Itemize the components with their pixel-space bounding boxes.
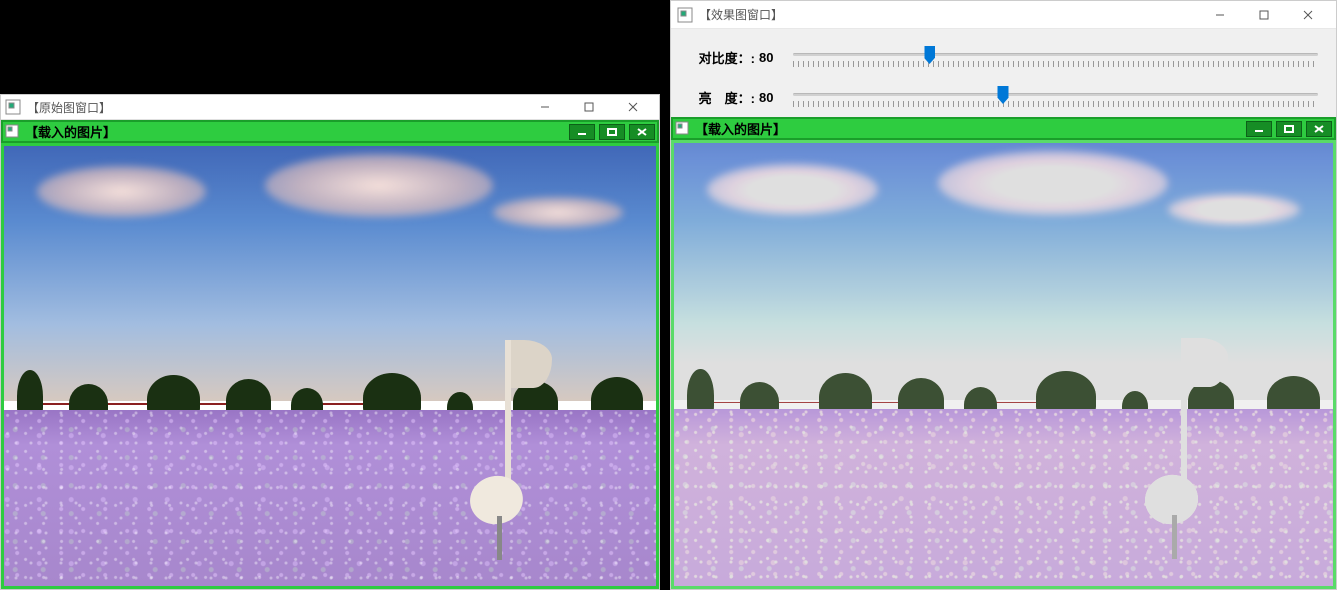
flower-field [674, 409, 1333, 586]
close-button[interactable] [1286, 4, 1330, 26]
app-icon [675, 121, 691, 137]
cloud [707, 164, 878, 215]
brightness-slider[interactable] [793, 83, 1318, 111]
original-image-window: 【原始图窗口】 【载入的图片】 [0, 94, 660, 590]
contrast-value: 80 [759, 50, 783, 65]
loaded-image-title: 【载入的图片】 [25, 122, 569, 141]
minimize-button[interactable] [523, 96, 567, 118]
slider-groove [793, 93, 1318, 96]
inner-window-controls [569, 124, 655, 140]
loaded-image-titlebar-left[interactable]: 【载入的图片】 [1, 120, 659, 143]
app-icon [5, 124, 21, 140]
field-texture [674, 409, 1333, 586]
loaded-image-title: 【载入的图片】 [695, 119, 1246, 138]
inner-close-button[interactable] [629, 124, 655, 140]
maximize-button[interactable] [567, 96, 611, 118]
flower-field [4, 410, 656, 586]
music-note-sculpture [1116, 338, 1235, 560]
slider-ticks [793, 61, 1318, 67]
maximize-button[interactable] [1242, 4, 1286, 26]
brightness-row: 亮 度：: 80 [681, 77, 1326, 117]
sky-region [4, 146, 656, 401]
original-image-viewport [1, 143, 659, 589]
effect-image-viewport [671, 140, 1336, 589]
effect-image-holder: 【载入的图片】 [671, 117, 1336, 589]
effect-image-window: 【效果图窗口】 对比度：: 80 亮 度：: 80 [670, 0, 1337, 590]
inner-minimize-button[interactable] [1246, 121, 1272, 137]
brightness-label: 亮 度：: [681, 88, 755, 107]
cloud [938, 151, 1169, 215]
brightness-value: 80 [759, 90, 783, 105]
window-controls [1198, 4, 1330, 26]
cloud [1168, 194, 1300, 225]
app-icon [5, 99, 21, 115]
effect-window-titlebar[interactable]: 【效果图窗口】 [671, 1, 1336, 29]
original-window-titlebar[interactable]: 【原始图窗口】 [1, 95, 659, 120]
close-button[interactable] [611, 96, 655, 118]
inner-minimize-button[interactable] [569, 124, 595, 140]
inner-maximize-button[interactable] [1276, 121, 1302, 137]
adjustment-controls: 对比度：: 80 亮 度：: 80 [671, 29, 1336, 123]
minimize-button[interactable] [1198, 4, 1242, 26]
slider-ticks [793, 101, 1318, 107]
music-note-sculpture [441, 340, 558, 560]
inner-maximize-button[interactable] [599, 124, 625, 140]
effect-window-title: 【效果图窗口】 [699, 6, 1198, 23]
original-window-title: 【原始图窗口】 [27, 99, 523, 116]
cloud [265, 154, 493, 218]
cloud [37, 166, 207, 217]
contrast-row: 对比度：: 80 [681, 37, 1326, 77]
inner-close-button[interactable] [1306, 121, 1332, 137]
loaded-image-titlebar-right[interactable]: 【载入的图片】 [671, 117, 1336, 140]
sky-region [674, 143, 1333, 400]
contrast-label: 对比度：: [681, 48, 755, 67]
field-texture [4, 410, 656, 586]
contrast-slider[interactable] [793, 43, 1318, 71]
window-controls [523, 96, 655, 118]
app-icon [677, 7, 693, 23]
slider-groove [793, 53, 1318, 56]
cloud [493, 197, 623, 228]
inner-window-controls [1246, 121, 1332, 137]
